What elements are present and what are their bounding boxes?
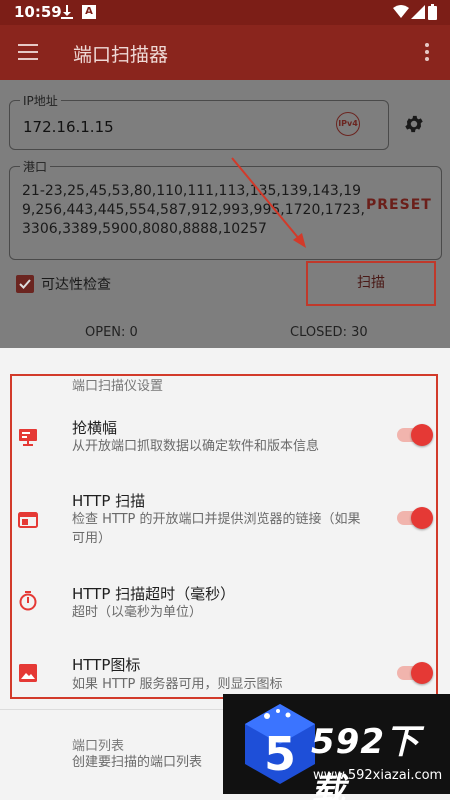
setting-desc-http-scan: 检查 HTTP 的开放端口并提供浏览器的链接（如果可用）: [72, 512, 361, 546]
watermark-url: www.592xiazai.com: [313, 768, 443, 783]
scanner-form: IP地址 172.16.1.15 IPv4 港口 21-23,25,45,53,…: [0, 80, 450, 348]
ports-field-label: 港口: [20, 158, 51, 175]
setting-desc-http-timeout: 超时（以毫秒为单位）: [72, 605, 203, 620]
http-icon-toggle[interactable]: [397, 662, 433, 684]
gear-icon[interactable]: [403, 113, 425, 135]
setting-title-http-timeout[interactable]: HTTP 扫描超时（毫秒）: [72, 583, 235, 604]
image-icon: [19, 664, 37, 682]
ip-field-label: IP地址: [20, 92, 61, 109]
watermark: 5 592下载 www.592xiazai.com: [223, 694, 450, 800]
setting-title-http-scan: HTTP 扫描: [72, 492, 146, 510]
banner-toggle[interactable]: [397, 424, 433, 446]
status-time: 10:59: [14, 3, 62, 21]
scan-button-label: 扫描: [357, 275, 385, 291]
a-notification-icon: A: [82, 5, 96, 19]
battery-icon: [428, 4, 437, 20]
download-icon: [61, 5, 73, 19]
setting-title-http-icon: HTTP图标: [72, 656, 141, 674]
ports-value[interactable]: 21-23,25,45,53,80,110,111,113,135,139,14…: [22, 182, 370, 239]
status-bar: 10:59 A: [0, 0, 450, 25]
scan-button[interactable]: 扫描: [306, 261, 436, 306]
wifi-icon: [393, 5, 409, 18]
app-bar: 端口扫描器: [0, 25, 450, 80]
check-icon: [19, 279, 31, 289]
banner-icon: [19, 429, 37, 446]
setting-desc-http-icon: 如果 HTTP 服务器可用，则显示图标: [72, 677, 283, 692]
menu-icon[interactable]: [18, 44, 38, 60]
preset-button[interactable]: PRESET: [366, 197, 432, 213]
ipv4-icon[interactable]: IPv4: [336, 112, 360, 136]
closed-count: CLOSED: 30: [290, 325, 368, 340]
ip-address-value[interactable]: 172.16.1.15: [23, 118, 114, 136]
browser-icon: [18, 512, 38, 528]
app-title: 端口扫描器: [73, 44, 169, 66]
timer-icon: [19, 591, 37, 611]
ports-field[interactable]: 港口 21-23,25,45,53,80,110,111,113,135,139…: [9, 158, 442, 260]
setting-desc-banner: 从开放端口抓取数据以确定软件和版本信息: [72, 439, 320, 454]
watermark-logo-text: 5: [264, 727, 296, 781]
watermark-title: 592下载: [311, 722, 420, 800]
open-count: OPEN: 0: [85, 325, 138, 340]
reachability-label: 可达性检查: [41, 277, 111, 293]
ip-address-field[interactable]: IP地址 172.16.1.15 IPv4: [9, 92, 389, 150]
http-scan-toggle[interactable]: [397, 507, 433, 529]
watermark-logo-icon: 5: [245, 704, 315, 784]
more-vert-icon[interactable]: [425, 43, 429, 63]
reachability-checkbox[interactable]: [16, 275, 34, 293]
cellular-icon: [411, 5, 425, 19]
port-list-title[interactable]: 端口列表: [72, 735, 124, 754]
setting-title-banner: 抢横幅: [72, 419, 118, 437]
